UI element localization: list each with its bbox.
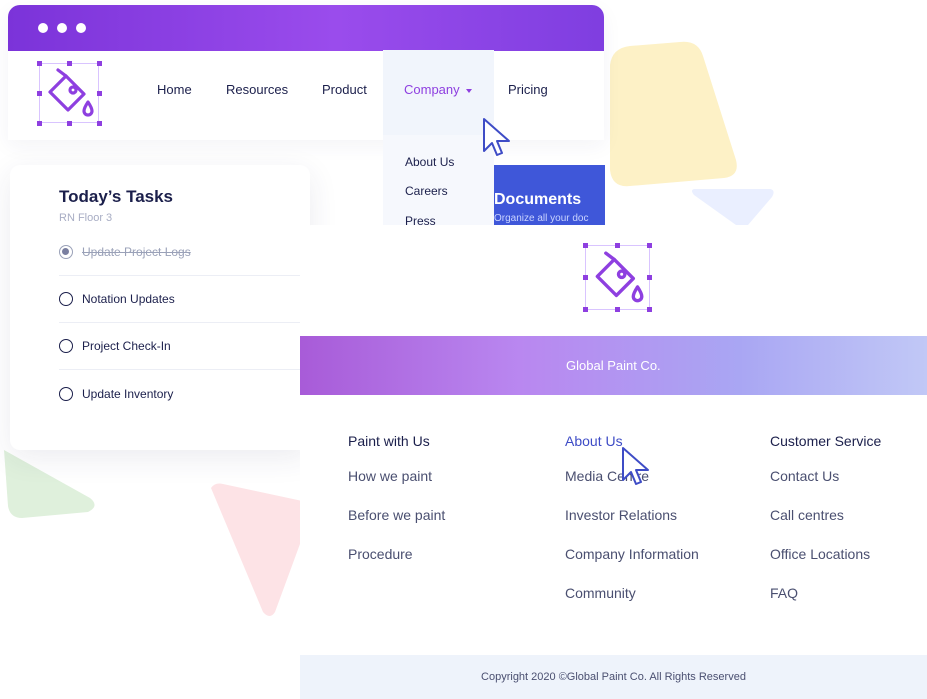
task-label: Notation Updates <box>82 292 175 306</box>
footer-column-heading[interactable]: Paint with Us <box>348 433 445 449</box>
paint-bucket-logo-icon <box>595 251 644 303</box>
footer-link[interactable]: How we paint <box>348 468 445 507</box>
footer-link[interactable]: Office Locations <box>770 546 881 585</box>
footer-link[interactable]: Contact Us <box>770 468 881 507</box>
selection-handle <box>647 275 652 280</box>
documents-title: Documents <box>494 191 582 208</box>
company-dropdown: About Us Careers Press <box>383 135 494 230</box>
footer-column-customer-service: Customer Service Contact Us Call centres… <box>770 433 881 624</box>
nav-company[interactable]: Company <box>404 82 472 97</box>
task-item[interactable]: Notation Updates <box>59 276 310 323</box>
selection-handle <box>647 243 652 248</box>
selection-handle <box>615 243 620 248</box>
footer-link[interactable]: Company Information <box>565 546 699 585</box>
dropdown-item-careers[interactable]: Careers <box>405 184 448 198</box>
caret-down-icon <box>465 88 472 93</box>
decorative-pink-shape <box>211 483 313 616</box>
selection-handle <box>97 61 102 66</box>
footer-link[interactable]: Investor Relations <box>565 507 699 546</box>
logo[interactable] <box>37 61 102 126</box>
footer-link[interactable]: Call centres <box>770 507 881 546</box>
documents-panel[interactable]: Documents Organize all your doc <box>494 165 605 230</box>
task-label: Project Check-In <box>82 339 171 353</box>
radio-icon[interactable] <box>59 386 73 401</box>
task-label: Update Project Logs <box>82 245 191 259</box>
copyright-text: Copyright 2020 ©Global Paint Co. All Rig… <box>481 671 746 683</box>
footer-link[interactable]: Procedure <box>348 546 445 585</box>
decorative-blue-shape <box>692 189 774 228</box>
cursor-icon <box>483 118 510 156</box>
radio-icon[interactable] <box>59 292 73 306</box>
tasks-subtitle: RN Floor 3 <box>59 212 113 224</box>
dropdown-item-about-us[interactable]: About Us <box>405 155 454 169</box>
nav-product[interactable]: Product <box>322 82 367 97</box>
task-item[interactable]: Project Check-In <box>59 323 310 370</box>
window-dot-icon[interactable] <box>38 23 48 33</box>
selection-handle <box>647 307 652 312</box>
task-label: Update Inventory <box>82 386 174 401</box>
footer-column-heading[interactable]: Customer Service <box>770 433 881 449</box>
documents-subtitle: Organize all your doc <box>494 213 589 224</box>
selection-handle <box>583 243 588 248</box>
selection-handle <box>37 61 42 66</box>
brand-name: Global Paint Co. <box>566 358 661 373</box>
footer-link[interactable]: Before we paint <box>348 507 445 546</box>
selection-handle <box>615 307 620 312</box>
copyright-bar: Copyright 2020 ©Global Paint Co. All Rig… <box>300 655 927 699</box>
selection-handle <box>67 121 72 126</box>
nav-company-label: Company <box>404 82 460 97</box>
selection-handle <box>583 275 588 280</box>
footer-column-paint-with-us: Paint with Us How we paint Before we pai… <box>348 433 445 585</box>
task-item[interactable]: Update Project Logs <box>59 229 310 276</box>
tasks-title: Today’s Tasks <box>59 187 174 206</box>
cursor-icon <box>622 447 649 485</box>
selection-handle <box>97 91 102 96</box>
decorative-yellow-shape <box>610 41 737 187</box>
brand-banner: Global Paint Co. <box>300 336 927 395</box>
selection-handle <box>37 121 42 126</box>
selection-handle <box>37 91 42 96</box>
footer-logo[interactable] <box>583 243 652 312</box>
nav-pricing[interactable]: Pricing <box>508 82 548 97</box>
browser-window <box>8 5 604 140</box>
window-dot-icon[interactable] <box>76 23 86 33</box>
nav-resources[interactable]: Resources <box>226 82 288 97</box>
browser-titlebar <box>8 5 604 51</box>
radio-checked-icon[interactable] <box>59 245 73 259</box>
window-dot-icon[interactable] <box>57 23 67 33</box>
footer-link[interactable]: FAQ <box>770 585 881 624</box>
radio-icon[interactable] <box>59 339 73 353</box>
footer-link[interactable]: Community <box>565 585 699 624</box>
selection-handle <box>67 61 72 66</box>
paint-bucket-logo-icon <box>48 68 94 117</box>
task-item[interactable]: Update Inventory <box>59 370 310 417</box>
tasks-card: Today’s Tasks RN Floor 3 Update Project … <box>10 165 310 450</box>
footer-page: Global Paint Co. Paint with Us How we pa… <box>300 225 927 699</box>
selection-handle <box>97 121 102 126</box>
decorative-green-shape <box>4 450 95 518</box>
selection-handle <box>583 307 588 312</box>
nav-home[interactable]: Home <box>157 82 192 97</box>
